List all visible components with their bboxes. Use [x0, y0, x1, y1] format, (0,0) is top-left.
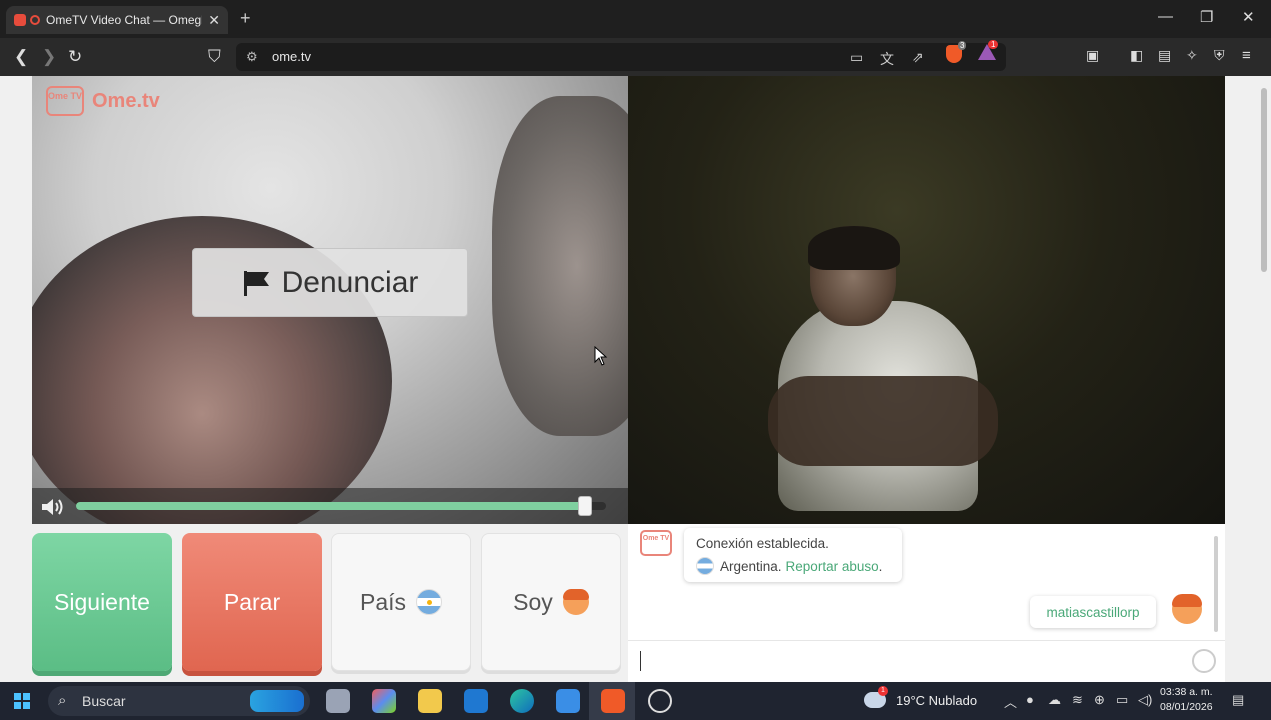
notifications-icon[interactable]: ▤ [1232, 692, 1244, 708]
tab-title: OmeTV Video Chat — Omegle [46, 13, 203, 27]
boy-face-icon [562, 589, 589, 615]
self-hair [808, 226, 900, 270]
ometv-logo-text: Ome.tv [92, 89, 160, 112]
network-icon[interactable]: ⊕ [1094, 692, 1105, 708]
chat-scrollbar[interactable] [1214, 536, 1218, 632]
address-bar[interactable]: ⚙ ome.tv ▭ 文 ⇗ [236, 43, 1006, 71]
ometv-favicon-icon [14, 14, 26, 26]
system-country-line: Argentina. Reportar abuso. [696, 557, 890, 575]
argentina-flag-icon [696, 557, 714, 575]
task-view-icon[interactable] [326, 689, 350, 713]
volume-tray-icon[interactable]: ◁) [1138, 692, 1152, 708]
page-scrollbar[interactable] [1257, 76, 1271, 682]
self-arms [768, 376, 998, 466]
ometv-page: Ome TV Ome.tv Denunciar Siguiente Parar … [0, 76, 1257, 682]
wallet-icon[interactable]: ▤ [1158, 47, 1171, 64]
page-scroll-thumb[interactable] [1261, 88, 1267, 272]
country-button[interactable]: País [331, 533, 471, 671]
onedrive-icon[interactable]: ☁ [1048, 692, 1061, 708]
search-highlight-icon [250, 690, 304, 712]
vpn-icon[interactable]: ⛨ [1214, 47, 1225, 64]
search-icon: ⌕ [58, 692, 67, 709]
tray-chevron-icon[interactable]: ︿ [1004, 692, 1017, 711]
reload-icon[interactable]: ↻ [68, 47, 82, 67]
system-message: Conexión establecida. Argentina. Reporta… [684, 528, 902, 582]
connection-status: Conexión establecida. [696, 536, 829, 551]
search-label: Buscar [82, 693, 126, 709]
bookmark-icon[interactable]: ⛉ [208, 47, 221, 67]
clock-time: 03:38 a. m. [1160, 686, 1213, 698]
windows-start-icon[interactable] [14, 693, 30, 709]
window-close-icon[interactable]: ✕ [1242, 8, 1255, 26]
tab-bar: OmeTV Video Chat — Omegle ✕ + — ❐ ✕ [0, 0, 1271, 38]
clock[interactable]: 03:38 a. m. 08/01/2026 [1160, 685, 1213, 715]
chat-panel: Ome TV Conexión establecida. Argentina. … [628, 524, 1225, 682]
text-caret [640, 651, 641, 671]
chat-ometv-icon: Ome TV [640, 530, 672, 556]
screenshot-icon[interactable]: ▣ [1086, 47, 1099, 64]
obs-icon[interactable] [648, 689, 672, 713]
taskbar-search[interactable]: ⌕ Buscar [48, 686, 310, 716]
volume-fill [76, 502, 585, 510]
country-label: País [359, 588, 407, 615]
url-text[interactable]: ome.tv [272, 49, 311, 64]
recording-icon [30, 15, 40, 25]
user-message: matiascastillorp [1030, 596, 1156, 628]
gender-label: Soy [513, 588, 553, 615]
emoji-icon[interactable] [1192, 649, 1216, 673]
taskbar: ⌕ Buscar 1 19°C Nublado ︿ ● ☁ ≋ ⊕ ▭ ◁) 0… [0, 682, 1271, 720]
forward-icon[interactable]: ❯ [42, 47, 56, 67]
minimize-icon[interactable]: — [1158, 8, 1173, 25]
file-explorer-icon[interactable] [418, 689, 442, 713]
ometv-logo: Ome TV Ome.tv [46, 86, 160, 116]
navigation-bar: ❮ ❯ ↻ ⛉ ⚙ ome.tv ▭ 文 ⇗ 3 1 ▣ ◧ ▤ ✧ ⛨ ≡ [0, 38, 1271, 76]
share-icon[interactable]: ⇗ [912, 49, 924, 66]
new-tab-button[interactable]: + [240, 8, 251, 29]
next-button[interactable]: Siguiente [32, 533, 172, 671]
leo-ai-icon[interactable]: ✧ [1186, 47, 1198, 64]
report-button[interactable]: Denunciar [192, 248, 468, 317]
sidebar-icon[interactable]: ◧ [1130, 47, 1143, 64]
battery-icon[interactable]: ▭ [1116, 692, 1128, 708]
weather-badge: 1 [878, 686, 888, 696]
volume-bar [32, 488, 628, 524]
stranger-video: Ome TV Ome.tv Denunciar [32, 76, 628, 524]
chat-input[interactable] [628, 640, 1225, 682]
site-info-icon[interactable]: ⚙ [246, 49, 258, 65]
volume-handle[interactable] [577, 496, 592, 516]
tab-close-icon[interactable]: ✕ [208, 12, 220, 29]
menu-icon[interactable]: ≡ [1242, 47, 1251, 64]
volume-slider[interactable] [76, 496, 606, 516]
back-icon[interactable]: ❮ [14, 47, 28, 67]
stop-label: Parar [223, 588, 281, 615]
stranger-hair-blur [492, 96, 628, 436]
report-abuse-link[interactable]: Reportar abuso [786, 559, 879, 574]
ometv-tv-icon: Ome TV [46, 86, 84, 116]
restore-icon[interactable]: ❐ [1200, 8, 1213, 26]
self-video [628, 76, 1225, 524]
clock-date: 08/01/2026 [1160, 701, 1213, 713]
microphone-icon[interactable]: ● [1026, 692, 1034, 707]
flag-icon [243, 270, 269, 296]
weather-text[interactable]: 19°C Nublado [896, 693, 977, 708]
tab-ometv[interactable]: OmeTV Video Chat — Omegle ✕ [6, 6, 228, 34]
country-name: Argentina. [720, 558, 782, 574]
stop-button[interactable]: Parar [182, 533, 322, 671]
gender-button[interactable]: Soy [481, 533, 621, 671]
edge-icon[interactable] [510, 689, 534, 713]
next-label: Siguiente [54, 588, 150, 615]
store-icon[interactable] [556, 689, 580, 713]
cast-icon[interactable]: ▭ [850, 49, 863, 66]
user-avatar [1172, 594, 1202, 624]
brave-taskbar-icon[interactable] [601, 689, 625, 713]
copilot-icon[interactable] [372, 689, 396, 713]
mouse-cursor-icon [594, 346, 608, 366]
wifi-icon[interactable]: ≋ [1072, 692, 1083, 708]
translate-icon[interactable]: 文 [880, 49, 894, 69]
report-label: Denunciar [281, 265, 419, 299]
speaker-icon[interactable] [40, 496, 66, 518]
outlook-icon[interactable] [464, 689, 488, 713]
argentina-flag-icon [416, 589, 443, 615]
